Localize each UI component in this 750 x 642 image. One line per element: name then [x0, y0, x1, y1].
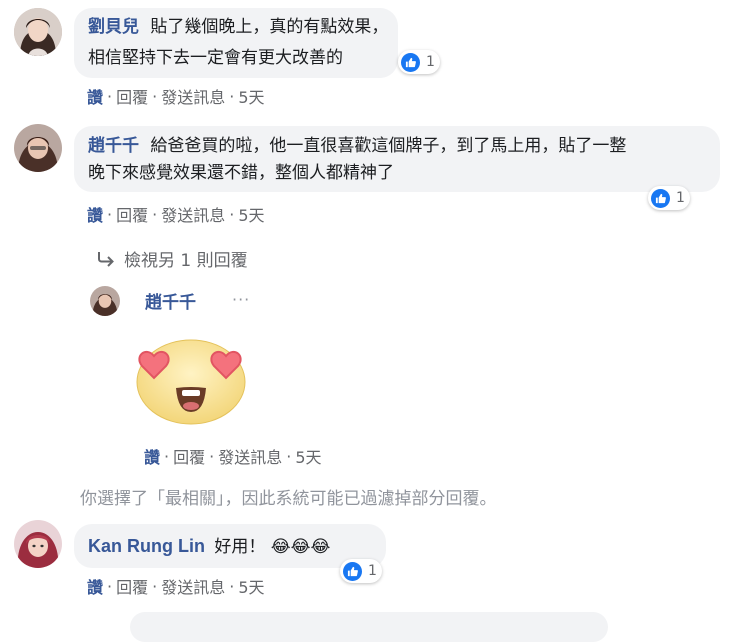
- like-icon: [343, 561, 362, 581]
- laughing-emoji-icon: 😂😂😂: [270, 537, 331, 557]
- reply-link[interactable]: 回覆: [116, 574, 148, 598]
- send-message-link[interactable]: 發送訊息: [161, 202, 225, 226]
- send-message-link[interactable]: 發送訊息: [218, 444, 282, 468]
- like-link[interactable]: 讚: [87, 574, 103, 598]
- filter-notice: 你選擇了「最相關」，因此系統可能已過濾掉部分回覆。: [80, 489, 497, 509]
- reply-link[interactable]: 回覆: [173, 444, 205, 468]
- reply-input-partial[interactable]: [130, 612, 608, 642]
- like-link[interactable]: 讚: [144, 444, 160, 468]
- comment-line: 劉貝兒 貼了幾個晚上，真的有點效果，: [88, 17, 389, 37]
- comment-author[interactable]: Kan Rung Lin: [88, 536, 205, 556]
- like-link[interactable]: 讚: [87, 202, 103, 226]
- comment-line: 趙千千 給爸爸買的啦，他一直很喜歡這個牌子，到了馬上用，貼了一整: [88, 136, 627, 156]
- reply-link[interactable]: 回覆: [116, 202, 148, 226]
- more-options-icon[interactable]: ···: [232, 290, 250, 309]
- view-replies-label: 檢視另 1 則回覆: [124, 251, 248, 271]
- comment-author[interactable]: 劉貝兒: [88, 17, 139, 37]
- avatar[interactable]: [90, 286, 120, 316]
- send-message-link[interactable]: 發送訊息: [161, 574, 225, 598]
- comment-actions: 讚 · 回覆 · 發送訊息 · 5天: [87, 84, 265, 108]
- avatar[interactable]: [14, 520, 62, 568]
- like-link[interactable]: 讚: [87, 84, 103, 108]
- like-icon: [651, 188, 670, 208]
- comment-line: Kan Rung Lin 好用！ 😂😂😂: [88, 536, 331, 557]
- timestamp[interactable]: 5天: [238, 574, 264, 598]
- view-replies-link[interactable]: 檢視另 1 則回覆: [96, 246, 248, 271]
- timestamp[interactable]: 5天: [295, 444, 321, 468]
- comment-line: 相信堅持下去一定會有更大改善的: [88, 48, 343, 68]
- reply-link[interactable]: 回覆: [116, 84, 148, 108]
- avatar[interactable]: [14, 8, 62, 56]
- like-icon: [401, 52, 420, 72]
- reaction-badge[interactable]: 1: [648, 186, 690, 210]
- reaction-count: 1: [676, 190, 685, 206]
- reaction-count: 1: [426, 54, 435, 70]
- send-message-link[interactable]: 發送訊息: [161, 84, 225, 108]
- reply-author[interactable]: 趙千千: [145, 288, 196, 313]
- comment-actions: 讚 · 回覆 · 發送訊息 · 5天: [87, 574, 265, 598]
- timestamp[interactable]: 5天: [238, 202, 264, 226]
- timestamp[interactable]: 5天: [238, 84, 264, 108]
- reaction-badge[interactable]: 1: [398, 50, 440, 74]
- comment-line: 晚下來感覺效果還不錯，整個人都精神了: [88, 163, 394, 183]
- reaction-count: 1: [368, 563, 377, 579]
- avatar[interactable]: [14, 124, 62, 172]
- comment-actions: 讚 · 回覆 · 發送訊息 · 5天: [87, 202, 265, 226]
- heart-eyes-emoji-icon: [132, 330, 250, 426]
- reaction-badge[interactable]: 1: [340, 559, 382, 583]
- reply-arrow-icon: [96, 251, 116, 267]
- reply-actions: 讚 · 回覆 · 發送訊息 · 5天: [144, 444, 322, 468]
- comment-author[interactable]: 趙千千: [88, 136, 139, 156]
